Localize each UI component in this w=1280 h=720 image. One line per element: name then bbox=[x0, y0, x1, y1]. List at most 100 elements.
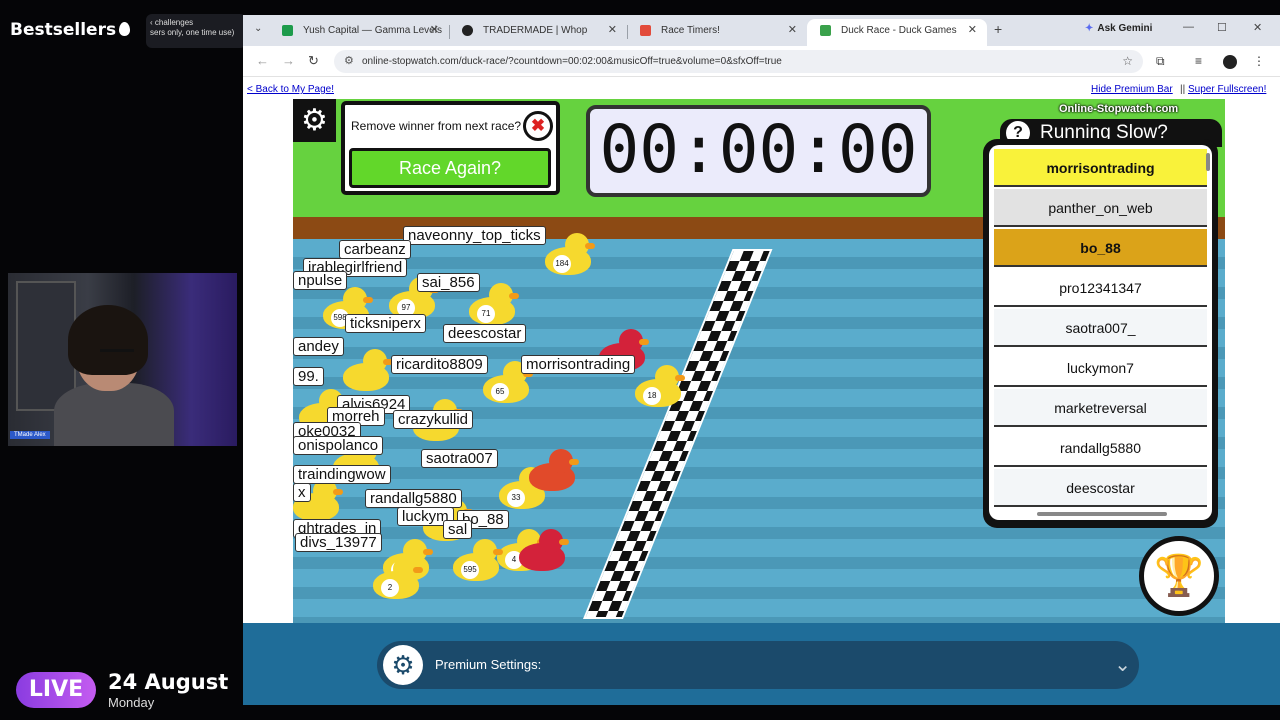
leaderboard-row: deescostar bbox=[994, 469, 1207, 507]
window-close-button[interactable]: ✕ bbox=[1253, 21, 1262, 34]
new-tab-button[interactable]: + bbox=[994, 21, 1002, 37]
profile-avatar[interactable] bbox=[1223, 55, 1237, 69]
leaderboard-row-3: bo_88 bbox=[994, 229, 1207, 267]
duck-number: 2 bbox=[381, 579, 399, 597]
maximize-button[interactable]: ☐ bbox=[1217, 21, 1227, 34]
bookmark-star-icon[interactable]: ☆ bbox=[1122, 50, 1133, 73]
leaderboard-row: pro12341347 bbox=[994, 269, 1207, 307]
hide-premium-bar-link[interactable]: Hide Premium Bar bbox=[1091, 84, 1173, 95]
premium-settings-toggle[interactable]: ⚙ Premium Settings: ⌄ bbox=[377, 641, 1139, 689]
duck-name-tag: saotra007 bbox=[421, 449, 498, 468]
media-controls-icon[interactable]: ≡ bbox=[1195, 54, 1202, 68]
remove-winner-label: Remove winner from next race? bbox=[351, 119, 522, 133]
leaderboard-scrollbar-vertical[interactable] bbox=[1206, 153, 1210, 171]
leaderboard-list[interactable]: morrisontrading panther_on_web bo_88 pro… bbox=[989, 145, 1212, 520]
race-again-button[interactable]: Race Again? bbox=[349, 148, 551, 188]
reload-icon[interactable]: ↻ bbox=[308, 53, 319, 69]
duck-number: 65 bbox=[491, 383, 509, 401]
duck-name-tag: ticksniperx bbox=[345, 314, 426, 333]
race-timer: 00:00:00 bbox=[586, 105, 931, 197]
duck-race-game: 184 97 71 598 65 18 33 4 595 486 2 bbox=[293, 99, 1225, 623]
leaderboard-row: marketreversal bbox=[994, 389, 1207, 427]
duck bbox=[343, 349, 393, 391]
premium-bar: ⚙ Premium Settings: ⌄ bbox=[243, 623, 1280, 705]
trophy-button[interactable]: 🏆 bbox=[1139, 536, 1219, 616]
close-icon[interactable]: ✕ bbox=[608, 19, 617, 42]
duck-name-tag: naveonny_top_ticks bbox=[403, 226, 546, 245]
tab-search-icon[interactable]: ⌄ bbox=[254, 23, 262, 34]
menu-icon[interactable]: ⋮ bbox=[1253, 54, 1265, 68]
tab-strip: ⌄ Yush Capital — Gamma Levels ✕ TRADERMA… bbox=[243, 15, 1280, 46]
forward-icon[interactable]: → bbox=[282, 53, 295, 68]
gemini-icon: ✦ bbox=[1085, 23, 1094, 34]
duck-name-tag: divs_13977 bbox=[295, 533, 382, 552]
tab-duck-race[interactable]: Duck Race - Duck Games ✕ bbox=[807, 19, 987, 46]
tab-favicon bbox=[282, 25, 293, 36]
duck: 18 bbox=[635, 365, 685, 407]
notification-line: sers only, one time use) bbox=[150, 28, 235, 37]
leaderboard-row: randallg5880 bbox=[994, 429, 1207, 467]
duck-name-tag: 99. bbox=[293, 367, 324, 386]
minimize-button[interactable]: — bbox=[1183, 21, 1194, 33]
tab-favicon bbox=[462, 25, 473, 36]
tab-label: Duck Race - Duck Games bbox=[841, 25, 957, 36]
duck: 595 bbox=[453, 539, 503, 581]
duck-name-tag: sal bbox=[443, 520, 473, 539]
duck-number: 33 bbox=[507, 489, 525, 507]
webcam-feed bbox=[8, 273, 237, 446]
duck-number: 18 bbox=[643, 387, 661, 405]
gear-icon: ⚙ bbox=[383, 645, 423, 685]
url-text: online-stopwatch.com/duck-race/?countdow… bbox=[362, 56, 782, 67]
stream-brand: Bestsellers bbox=[10, 20, 131, 40]
duck: 2 bbox=[373, 557, 423, 599]
duck-number: 184 bbox=[553, 255, 571, 273]
close-icon[interactable]: ✕ bbox=[968, 19, 977, 42]
gear-icon: ⚙ bbox=[301, 104, 328, 137]
duck-name-tag: morrisontrading bbox=[521, 355, 636, 374]
super-fullscreen-link[interactable]: Super Fullscreen! bbox=[1188, 84, 1266, 95]
page-content: < Back to My Page! Hide Premium Bar || S… bbox=[243, 77, 1280, 705]
back-icon[interactable]: ← bbox=[256, 53, 269, 68]
settings-gear-button[interactable]: ⚙ bbox=[293, 99, 336, 142]
tab-yush-capital[interactable]: Yush Capital — Gamma Levels ✕ bbox=[269, 19, 449, 46]
leaderboard-row-1: morrisontrading bbox=[994, 149, 1207, 187]
ask-gemini-button[interactable]: ✦ Ask Gemini bbox=[1085, 23, 1152, 34]
duck-name-tag: sai_856 bbox=[417, 273, 480, 292]
remove-winner-panel: Remove winner from next race? ✖ Race Aga… bbox=[341, 101, 560, 195]
browser-window: ⌄ Yush Capital — Gamma Levels ✕ TRADERMA… bbox=[243, 15, 1280, 705]
duck-name-tag: traindingwow bbox=[293, 465, 391, 484]
link-separator: || bbox=[1180, 84, 1186, 95]
tab-race-timers[interactable]: Race Timers! ✕ bbox=[627, 19, 807, 46]
tab-label: Yush Capital — Gamma Levels bbox=[303, 25, 442, 36]
duck: 184 bbox=[545, 233, 595, 275]
streamer bbox=[54, 305, 174, 446]
leaderboard-scrollbar-horizontal[interactable] bbox=[1037, 512, 1167, 516]
tab-label: Race Timers! bbox=[661, 25, 720, 36]
tab-favicon bbox=[640, 25, 651, 36]
duck-name-tag: randallg5880 bbox=[365, 489, 462, 508]
drop-icon bbox=[119, 22, 131, 36]
site-info-icon[interactable]: ⚙ bbox=[344, 50, 354, 73]
live-badge: LIVE bbox=[16, 672, 96, 708]
stream-weekday: Monday bbox=[108, 695, 155, 710]
duck-name-tag: carbeanz bbox=[339, 240, 411, 259]
extensions-icon[interactable]: ⧉ bbox=[1156, 54, 1165, 69]
address-bar[interactable]: ⚙ online-stopwatch.com/duck-race/?countd… bbox=[334, 50, 1143, 73]
duck-name-tag: andey bbox=[293, 337, 344, 356]
browser-toolbar: ← → ↻ ⚙ online-stopwatch.com/duck-race/?… bbox=[243, 46, 1280, 77]
back-to-my-page-link[interactable]: < Back to My Page! bbox=[247, 84, 334, 95]
site-logo: Online-Stopwatch.com bbox=[1059, 103, 1179, 115]
stream-notification: ‹ challenges sers only, one time use) bbox=[146, 14, 246, 48]
duck-name-tag: crazykullid bbox=[393, 410, 474, 429]
tab-tradermade[interactable]: TRADERMADE | Whop ✕ bbox=[449, 19, 627, 46]
webcam-name-tag: TMade Alex bbox=[10, 431, 50, 439]
close-icon[interactable]: ✕ bbox=[788, 19, 797, 42]
remove-winner-toggle[interactable]: ✖ bbox=[523, 111, 553, 141]
duck-name-tag: deescostar bbox=[443, 324, 527, 343]
close-icon[interactable]: ✕ bbox=[430, 19, 439, 42]
leaderboard-panel: morrisontrading panther_on_web bo_88 pro… bbox=[983, 139, 1218, 528]
screen: Bestsellers ‹ challenges sers only, one … bbox=[0, 0, 1280, 720]
duck-name-tag: x bbox=[293, 483, 311, 502]
duck-name-tag: onispolanco bbox=[293, 436, 384, 455]
leaderboard-row-2: panther_on_web bbox=[994, 189, 1207, 227]
